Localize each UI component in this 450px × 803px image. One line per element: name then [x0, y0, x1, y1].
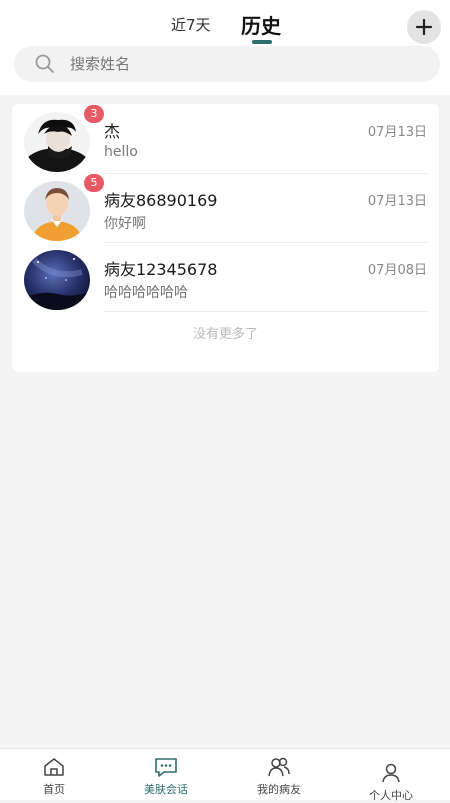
message-date: 07月13日 [367, 125, 427, 140]
conversation-item[interactable]: 3 杰 07月13日 hello [12, 104, 439, 174]
add-button[interactable] [407, 10, 441, 44]
conversation-list: 3 杰 07月13日 hello 5 病友86890169 07月13日 你好啊 [12, 104, 439, 372]
contact-name: 病友12345678 [104, 260, 218, 279]
last-message: hello [104, 144, 138, 160]
last-message: 你好啊 [104, 216, 146, 232]
avatar-container [24, 250, 90, 310]
active-tab-indicator [252, 40, 272, 44]
nav-profile[interactable]: 个人中心 [341, 755, 441, 802]
bottom-nav: 首页 美肤会话 我的病友 个人中心 [0, 748, 450, 802]
tab-recent-7-days[interactable]: 近7天 [171, 14, 211, 35]
nav-chat-label: 美肤会话 [144, 783, 188, 796]
avatar [24, 112, 90, 172]
unread-badge: 5 [84, 174, 104, 192]
nav-friends[interactable]: 我的病友 [229, 755, 329, 797]
tab-history[interactable]: 历史 [241, 10, 281, 39]
nav-friends-label: 我的病友 [257, 783, 301, 796]
avatar-container: 3 [24, 105, 104, 172]
home-icon [44, 758, 64, 776]
nav-chat[interactable]: 美肤会话 [116, 755, 216, 797]
person-icon [382, 763, 400, 783]
list-end-text: 没有更多了 [192, 327, 258, 342]
nav-home-label: 首页 [43, 783, 65, 796]
unread-badge: 3 [84, 105, 104, 123]
avatar [24, 181, 90, 241]
search-bar[interactable] [14, 46, 440, 82]
avatar [24, 250, 90, 310]
search-icon [35, 54, 54, 73]
message-date: 07月13日 [367, 194, 427, 209]
plus-icon [415, 18, 433, 36]
message-date: 07月08日 [367, 263, 427, 278]
divider [104, 311, 427, 312]
tab-bar: 近7天 历史 [0, 10, 450, 44]
friends-icon [268, 757, 290, 777]
avatar-container: 5 [24, 174, 104, 241]
top-bar: 近7天 历史 [0, 0, 450, 95]
conversation-item[interactable]: 病友12345678 07月08日 哈哈哈哈哈哈 [12, 242, 439, 312]
contact-name: 病友86890169 [104, 191, 218, 210]
nav-home[interactable]: 首页 [4, 755, 104, 797]
nav-profile-label: 个人中心 [369, 789, 413, 802]
chat-icon [155, 758, 177, 777]
conversation-item[interactable]: 5 病友86890169 07月13日 你好啊 [12, 173, 439, 243]
last-message: 哈哈哈哈哈哈 [104, 285, 188, 301]
search-input[interactable] [70, 55, 370, 73]
contact-name: 杰 [104, 122, 121, 141]
